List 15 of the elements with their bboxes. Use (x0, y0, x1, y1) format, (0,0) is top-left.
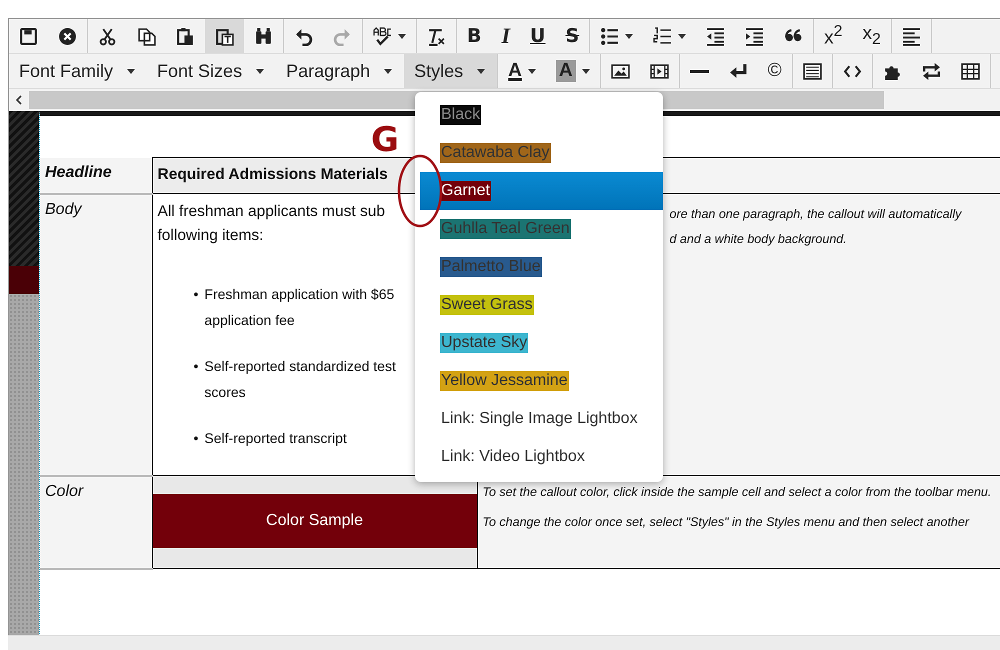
bullet: • (194, 285, 198, 304)
bullet: • (194, 356, 198, 376)
paragraph: All freshman applicants must sub following items: (158, 202, 385, 246)
row-label: Headline (45, 164, 112, 180)
note-text: To change the color once set, select "Styles" in the Styles menu and then select another (482, 514, 970, 531)
note-text: d and a white body background. (670, 231, 848, 248)
list-item: Freshman application with $65 application fee (204, 285, 396, 330)
bullet: • (194, 428, 198, 448)
list-item: Self-reported transcript (204, 428, 347, 448)
note-text: To set the callout color, click inside the sample cell and select a color from the toolbar menu. (482, 484, 992, 501)
logo: G (371, 123, 399, 157)
note-text: ore than one paragraph, the callout will automatically (670, 206, 963, 223)
row-label: Color (45, 482, 84, 500)
row-label: Body (45, 200, 82, 218)
list-item: Self-reported standardized test scores (204, 356, 397, 402)
